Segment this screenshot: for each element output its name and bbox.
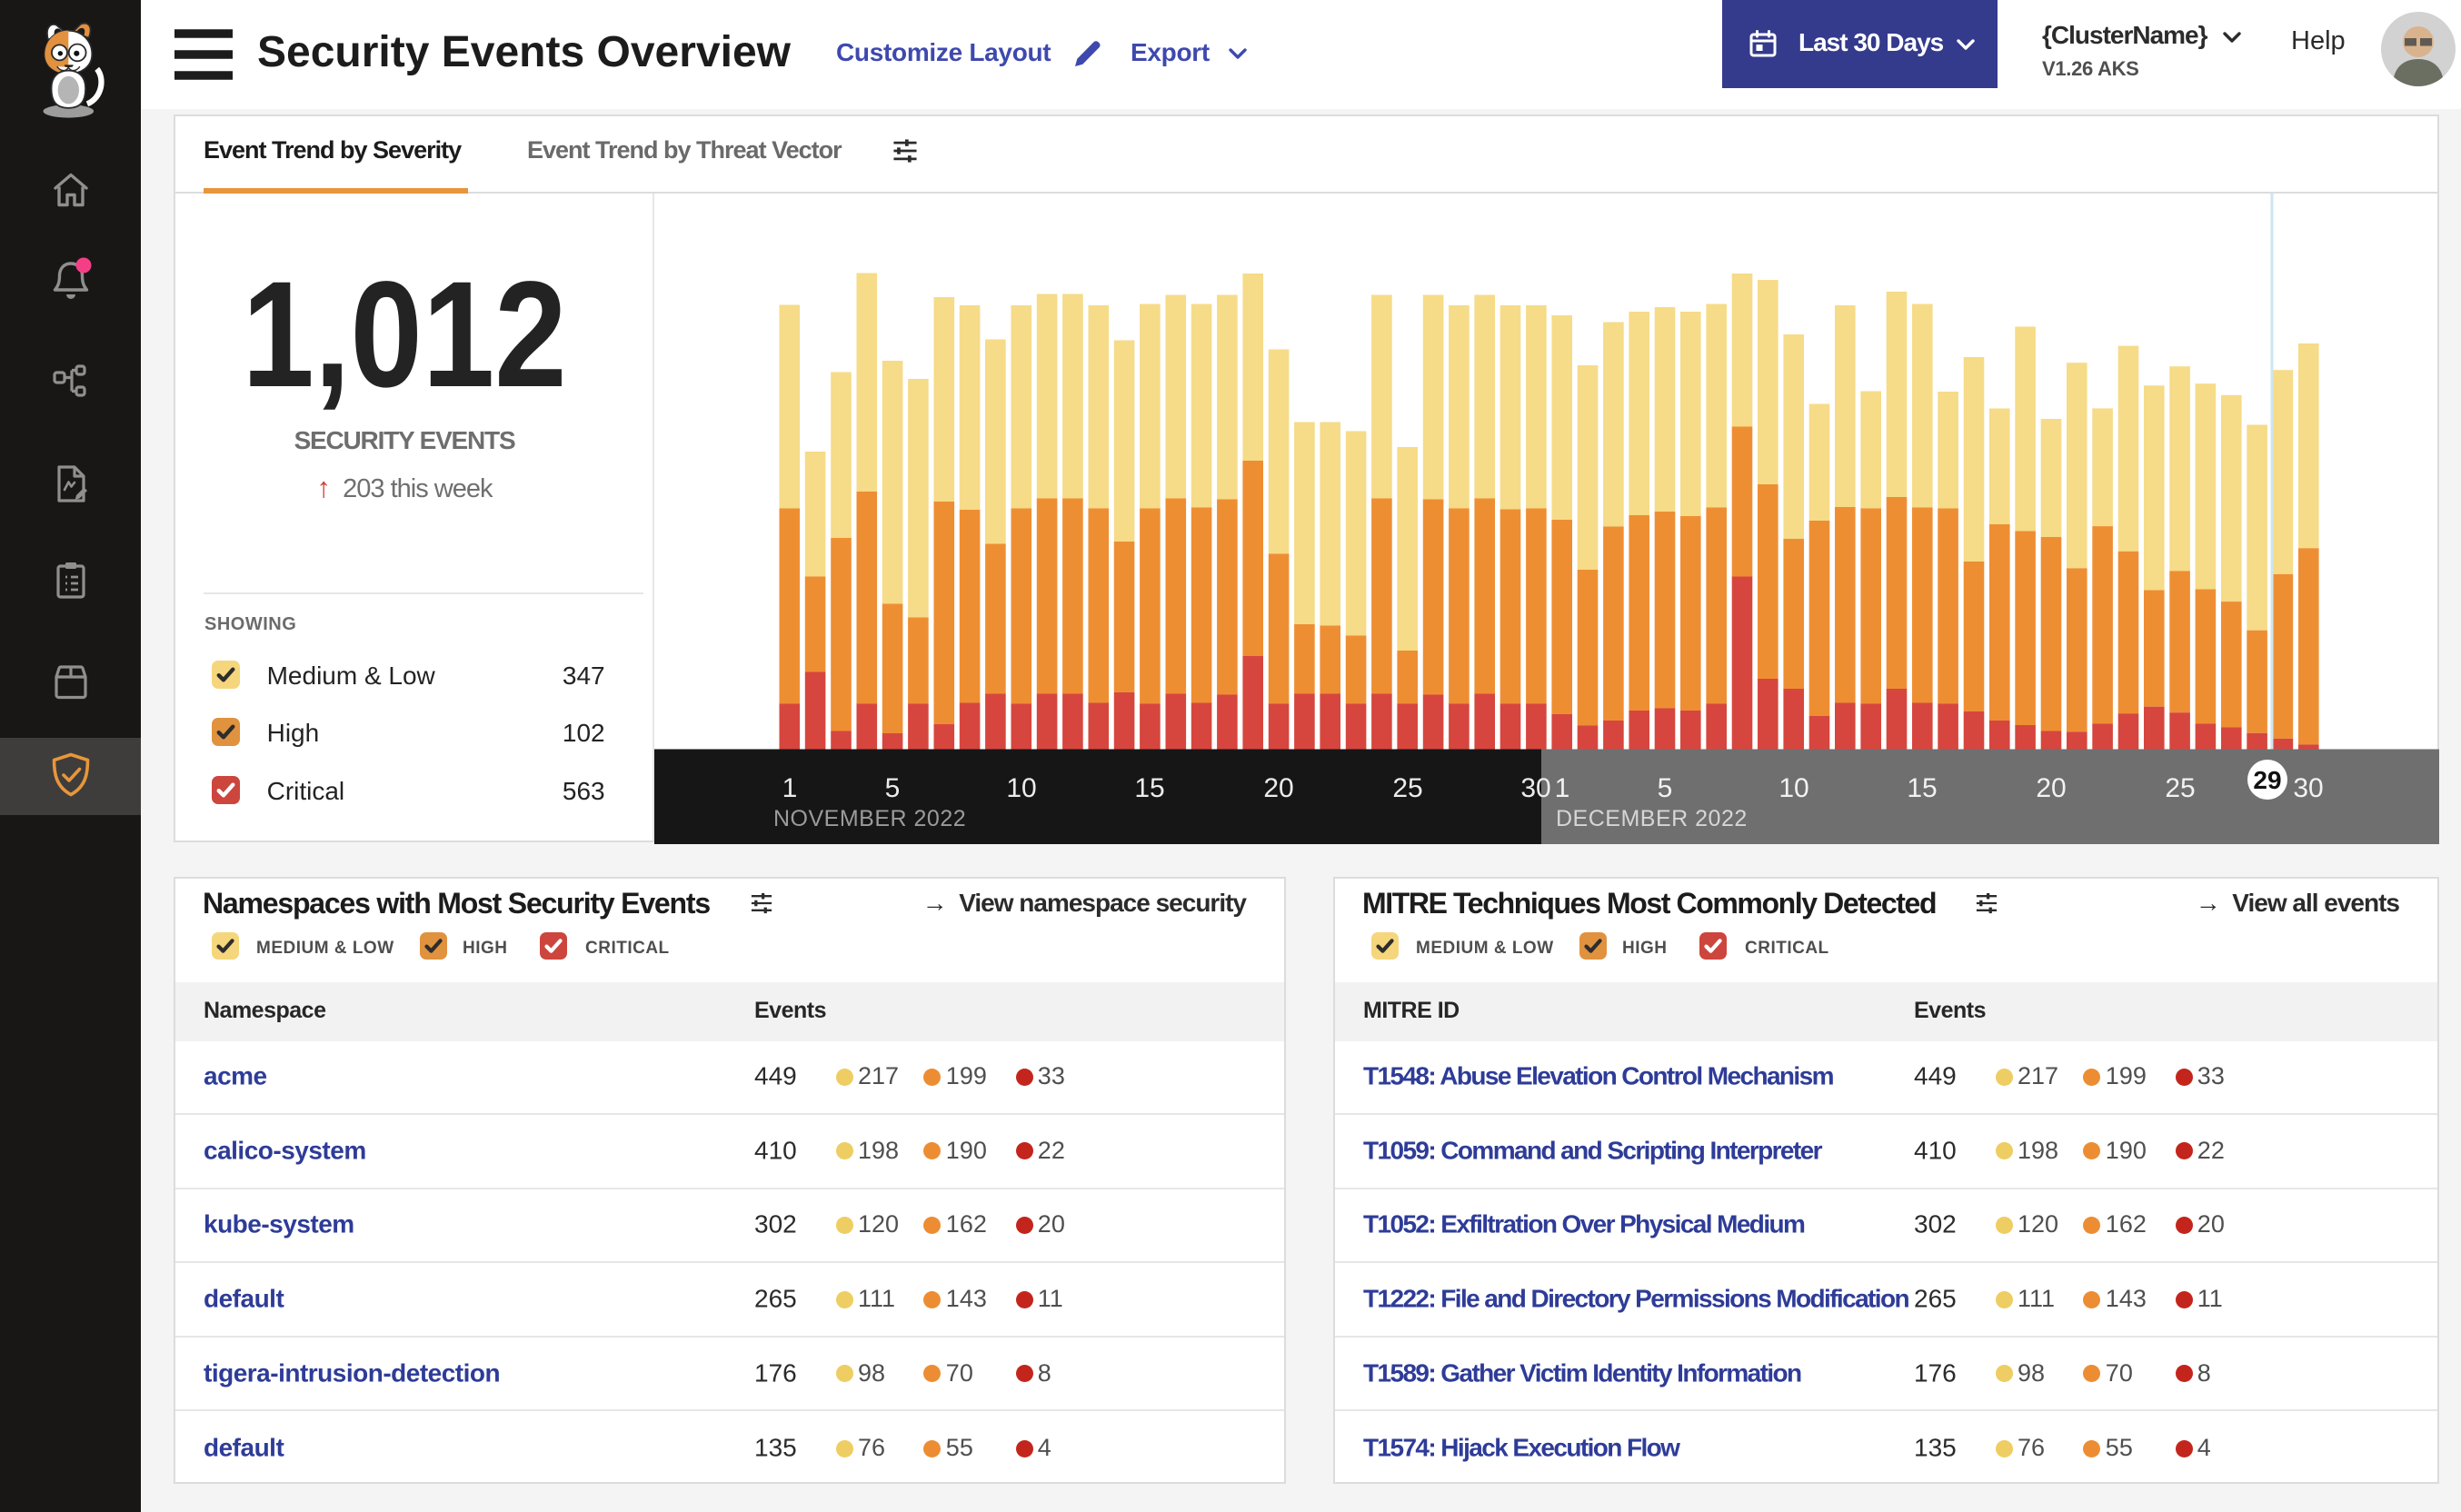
- svg-text:NOVEMBER 2022: NOVEMBER 2022: [773, 806, 966, 831]
- svg-text:20: 20: [2036, 773, 2066, 803]
- svg-text:30: 30: [2293, 773, 2323, 803]
- svg-text:1: 1: [1555, 773, 1570, 803]
- svg-text:5: 5: [885, 773, 901, 803]
- svg-text:DECEMBER 2022: DECEMBER 2022: [1556, 806, 1748, 831]
- svg-text:20: 20: [1263, 773, 1293, 803]
- svg-text:29: 29: [2253, 766, 2281, 794]
- svg-text:15: 15: [1907, 773, 1937, 803]
- svg-text:10: 10: [1006, 773, 1036, 803]
- svg-text:1: 1: [782, 773, 798, 803]
- svg-text:30: 30: [1520, 773, 1550, 803]
- svg-text:15: 15: [1134, 773, 1164, 803]
- svg-text:5: 5: [1658, 773, 1673, 803]
- svg-text:10: 10: [1778, 773, 1808, 803]
- svg-text:25: 25: [1392, 773, 1422, 803]
- svg-text:25: 25: [2165, 773, 2195, 803]
